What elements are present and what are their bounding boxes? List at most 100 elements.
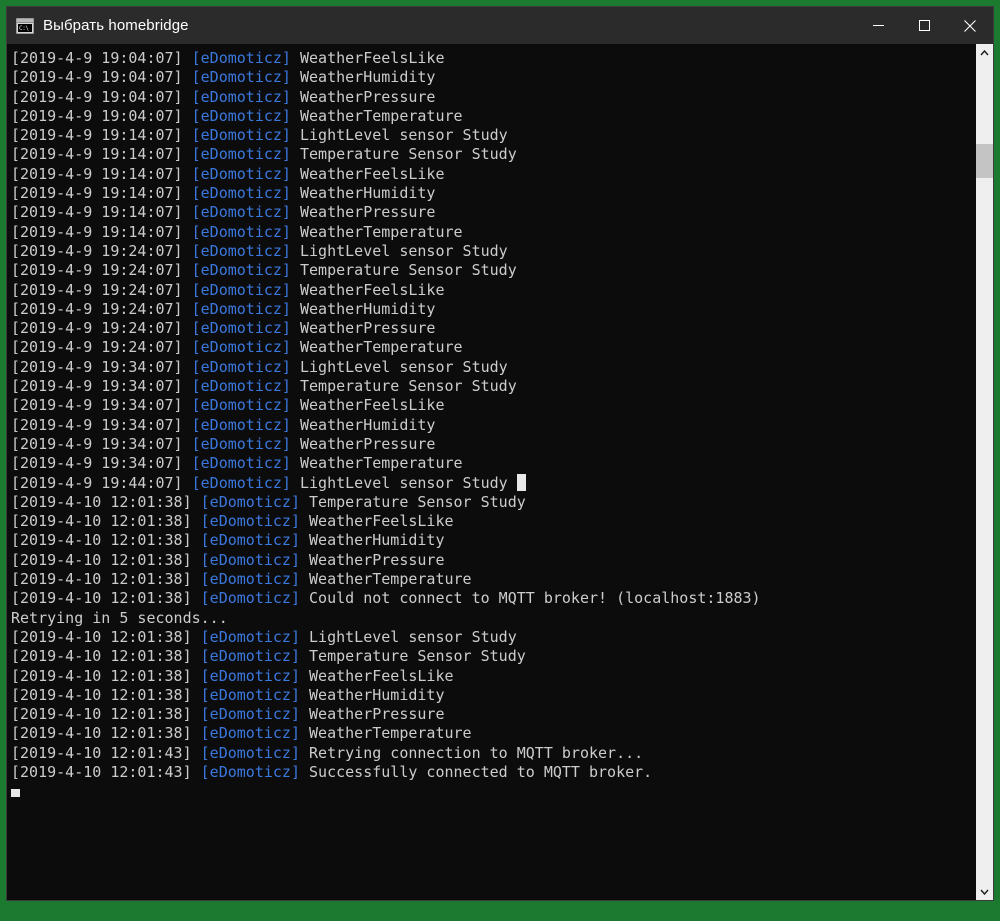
console-line-timestamp: [2019-4-10 12:01:38] bbox=[11, 570, 201, 589]
console-line-tag: [eDomoticz] bbox=[191, 280, 291, 299]
console-line-tag: [eDomoticz] bbox=[191, 299, 291, 318]
console-line-message: WeatherHumidity bbox=[290, 184, 436, 203]
console-line-tag: [eDomoticz] bbox=[191, 261, 291, 280]
console-icon: C:\ bbox=[16, 17, 34, 34]
scroll-up-button[interactable] bbox=[976, 44, 993, 61]
console-line-timestamp: [2019-4-10 12:01:43] bbox=[11, 743, 201, 762]
chevron-up-icon bbox=[980, 49, 989, 55]
maximize-icon bbox=[918, 20, 930, 31]
console-line: [2019-4-9 19:34:07] [eDomoticz] LightLev… bbox=[11, 358, 975, 377]
console-line-message: WeatherPressure bbox=[290, 434, 436, 453]
console-line-message: WeatherHumidity bbox=[290, 299, 436, 318]
text-cursor bbox=[11, 789, 20, 798]
console-line-message: Retrying connection to MQTT broker... bbox=[300, 743, 644, 762]
console-line-message: Retrying in 5 seconds... bbox=[11, 608, 228, 627]
console-line-timestamp: [2019-4-9 19:34:07] bbox=[11, 454, 192, 473]
console-icon-glyph: C:\ bbox=[18, 23, 32, 32]
console-line-message: WeatherFeelsLike bbox=[290, 49, 445, 67]
console-line-message: WeatherFeelsLike bbox=[300, 512, 454, 531]
console-area: [2019-4-9 19:04:07] [eDomoticz] WeatherF… bbox=[7, 44, 993, 900]
console-line-timestamp: [2019-4-9 19:24:07] bbox=[11, 338, 192, 357]
console-line-tag: [eDomoticz] bbox=[191, 145, 291, 164]
console-line-timestamp: [2019-4-9 19:24:07] bbox=[11, 319, 192, 338]
console-line: [2019-4-9 19:14:07] [eDomoticz] LightLev… bbox=[11, 126, 975, 145]
title-bar[interactable]: C:\ Выбрать homebridge bbox=[7, 7, 993, 44]
console-line-message: WeatherTemperature bbox=[300, 570, 472, 589]
console-line-tag: [eDomoticz] bbox=[200, 743, 300, 762]
console-line-timestamp: [2019-4-9 19:04:07] bbox=[11, 106, 192, 125]
console-line-timestamp: [2019-4-9 19:24:07] bbox=[11, 280, 192, 299]
console-line bbox=[11, 782, 975, 801]
console-line-message: LightLevel sensor Study bbox=[290, 241, 508, 260]
console-line: [2019-4-10 12:01:43] [eDomoticz] Success… bbox=[11, 763, 975, 782]
console-line: [2019-4-10 12:01:43] [eDomoticz] Retryin… bbox=[11, 744, 975, 763]
console-line: [2019-4-9 19:24:07] [eDomoticz] WeatherF… bbox=[11, 281, 975, 300]
close-button[interactable] bbox=[947, 7, 993, 44]
console-line-timestamp: [2019-4-9 19:34:07] bbox=[11, 377, 192, 396]
console-line-tag: [eDomoticz] bbox=[191, 415, 291, 434]
console-line: [2019-4-10 12:01:38] [eDomoticz] Weather… bbox=[11, 724, 975, 743]
console-line-message: WeatherHumidity bbox=[290, 68, 436, 87]
console-line-message: WeatherHumidity bbox=[300, 685, 445, 704]
console-line-timestamp: [2019-4-10 12:01:38] bbox=[11, 627, 201, 646]
console-line: [2019-4-9 19:14:07] [eDomoticz] WeatherH… bbox=[11, 184, 975, 203]
console-line: [2019-4-10 12:01:38] [eDomoticz] Weather… bbox=[11, 686, 975, 705]
console-line-message: WeatherHumidity bbox=[300, 531, 445, 550]
console-line: [2019-4-9 19:34:07] [eDomoticz] WeatherF… bbox=[11, 396, 975, 415]
console-line-tag: [eDomoticz] bbox=[191, 203, 291, 222]
console-line-tag: [eDomoticz] bbox=[191, 357, 291, 376]
console-output[interactable]: [2019-4-9 19:04:07] [eDomoticz] WeatherF… bbox=[7, 44, 975, 900]
console-line-message: Temperature Sensor Study bbox=[300, 647, 526, 666]
console-line-tag: [eDomoticz] bbox=[200, 492, 300, 511]
console-line: [2019-4-9 19:04:07] [eDomoticz] WeatherF… bbox=[11, 49, 975, 68]
console-line: [2019-4-10 12:01:38] [eDomoticz] Weather… bbox=[11, 531, 975, 550]
console-line-timestamp: [2019-4-9 19:34:07] bbox=[11, 396, 192, 415]
console-line-timestamp: [2019-4-10 12:01:38] bbox=[11, 724, 201, 743]
console-line-timestamp: [2019-4-9 19:14:07] bbox=[11, 184, 192, 203]
minimize-button[interactable] bbox=[855, 7, 901, 44]
console-line-message: WeatherTemperature bbox=[290, 106, 463, 125]
console-line-message: LightLevel sensor Study bbox=[290, 357, 508, 376]
console-line-timestamp: [2019-4-9 19:04:07] bbox=[11, 87, 192, 106]
console-line-timestamp: [2019-4-10 12:01:38] bbox=[11, 531, 201, 550]
console-icon-titlestrip bbox=[17, 18, 33, 23]
maximize-button[interactable] bbox=[901, 7, 947, 44]
console-line-tag: [eDomoticz] bbox=[200, 627, 300, 646]
console-line-message: Could not connect to MQTT broker! (local… bbox=[300, 589, 761, 608]
console-window: C:\ Выбрать homebridge [2019-4-9 19:04:0… bbox=[6, 6, 994, 901]
console-line-message: WeatherFeelsLike bbox=[300, 666, 454, 685]
console-line-timestamp: [2019-4-10 12:01:38] bbox=[11, 550, 201, 569]
console-line-message: LightLevel sensor Study bbox=[290, 126, 508, 145]
console-line-timestamp: [2019-4-9 19:44:07] bbox=[11, 473, 192, 492]
console-scrollbar[interactable] bbox=[975, 44, 993, 900]
console-line-timestamp: [2019-4-10 12:01:38] bbox=[11, 512, 201, 531]
console-line-tag: [eDomoticz] bbox=[200, 762, 300, 781]
scroll-down-button[interactable] bbox=[976, 883, 993, 900]
scroll-thumb[interactable] bbox=[976, 144, 993, 178]
console-line: [2019-4-10 12:01:38] [eDomoticz] Tempera… bbox=[11, 493, 975, 512]
console-line-timestamp: [2019-4-9 19:24:07] bbox=[11, 241, 192, 260]
console-line-tag: [eDomoticz] bbox=[200, 570, 300, 589]
console-line-tag: [eDomoticz] bbox=[191, 396, 291, 415]
console-line-tag: [eDomoticz] bbox=[191, 126, 291, 145]
console-line: [2019-4-10 12:01:38] [eDomoticz] Weather… bbox=[11, 705, 975, 724]
console-line-timestamp: [2019-4-9 19:24:07] bbox=[11, 261, 192, 280]
console-line-tag: [eDomoticz] bbox=[200, 647, 300, 666]
console-line-message: WeatherPressure bbox=[300, 705, 445, 724]
console-line-timestamp: [2019-4-9 19:14:07] bbox=[11, 164, 192, 183]
console-line: [2019-4-9 19:34:07] [eDomoticz] WeatherP… bbox=[11, 435, 975, 454]
console-line-message: WeatherTemperature bbox=[290, 454, 463, 473]
scroll-track[interactable] bbox=[976, 61, 993, 883]
console-line-tag: [eDomoticz] bbox=[191, 184, 291, 203]
console-line-message: LightLevel sensor Study bbox=[290, 473, 517, 492]
console-line-timestamp: [2019-4-9 19:14:07] bbox=[11, 126, 192, 145]
console-line-tag: [eDomoticz] bbox=[200, 666, 300, 685]
console-line-timestamp: [2019-4-10 12:01:38] bbox=[11, 589, 201, 608]
console-line-tag: [eDomoticz] bbox=[200, 512, 300, 531]
console-line-tag: [eDomoticz] bbox=[191, 49, 291, 67]
console-line-tag: [eDomoticz] bbox=[200, 531, 300, 550]
console-line: [2019-4-9 19:24:07] [eDomoticz] WeatherP… bbox=[11, 319, 975, 338]
console-line-tag: [eDomoticz] bbox=[191, 87, 291, 106]
console-line: [2019-4-9 19:34:07] [eDomoticz] WeatherH… bbox=[11, 416, 975, 435]
console-line-message: Temperature Sensor Study bbox=[290, 261, 517, 280]
